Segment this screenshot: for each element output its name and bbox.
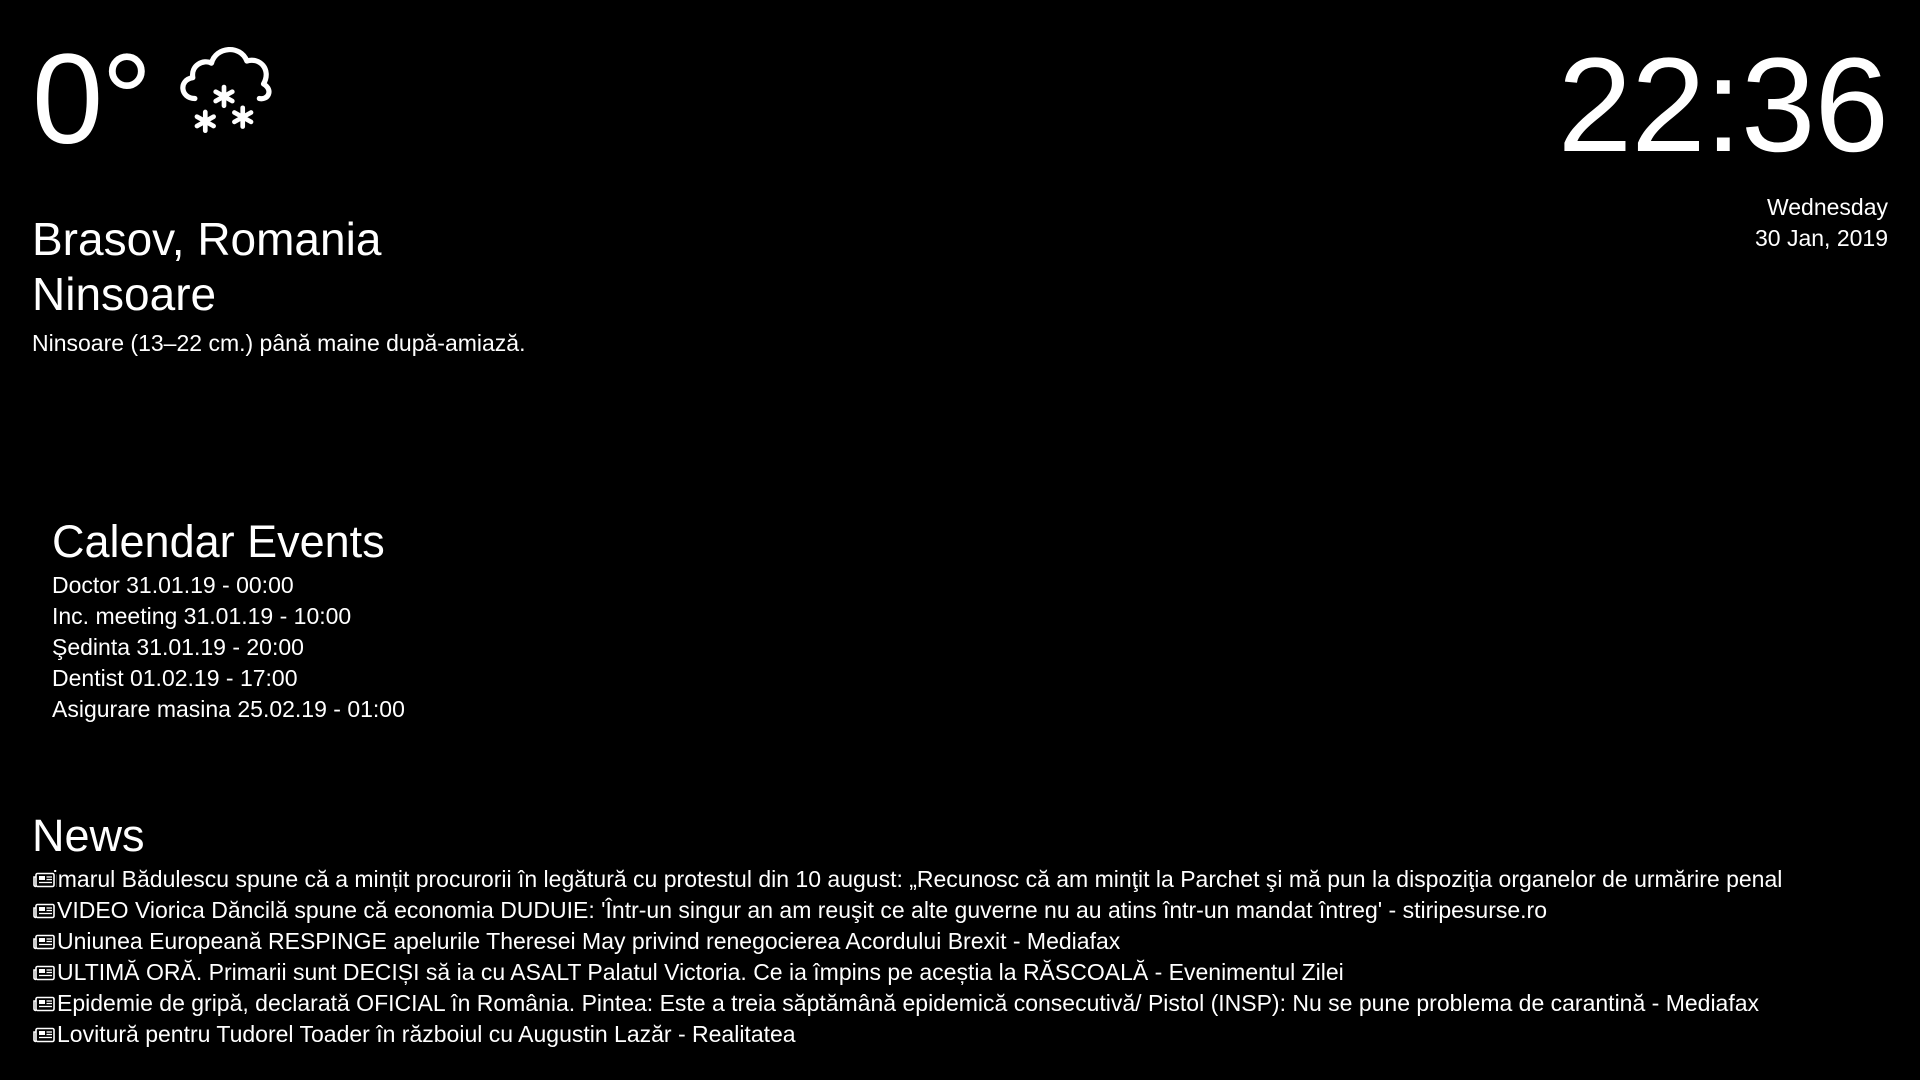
calendar-event: Şedinta 31.01.19 - 20:00 (52, 634, 304, 660)
newspaper-icon (33, 965, 55, 980)
news-headline: ULTIMĂ ORĂ. Primarii sunt DECIȘI să ia c… (57, 959, 1344, 985)
calendar-events: Calendar Events Doctor 31.01.19 - 00:00 … (52, 514, 405, 725)
calendar-title: Calendar Events (52, 516, 385, 567)
news-item: VIDEO Viorica Dăncilă spune că economia … (32, 895, 1920, 926)
calendar-event: Doctor 31.01.19 - 00:00 (52, 572, 294, 598)
weather-location: Brasov, Romania (32, 213, 382, 265)
calendar-event: Asigurare masina 25.02.19 - 01:00 (52, 696, 405, 722)
clock-time: 22:36 (1557, 31, 1889, 180)
news-item: Uniunea Europeană RESPINGE apelurile The… (32, 926, 1920, 957)
news-headline: rimarul Bădulescu spune că a mințit proc… (45, 866, 1783, 892)
news-title: News (32, 810, 145, 861)
newspaper-icon (33, 903, 55, 918)
clock-date: 30 Jan, 2019 (1754, 225, 1888, 251)
newspaper-icon (33, 934, 55, 949)
newspaper-icon (33, 1027, 55, 1042)
current-weather: 0° Brasov, Romania Ninsoare Ninsoare (13… (32, 36, 526, 358)
temperature-row: 0° (32, 36, 526, 164)
weather-condition: Ninsoare (32, 268, 217, 320)
news-item: Lovitură pentru Tudorel Toader în război… (32, 1019, 1920, 1050)
temperature: 0° (32, 28, 152, 171)
news-item: rimarul Bădulescu spune că a mințit proc… (32, 864, 1920, 895)
calendar-event: Dentist 01.02.19 - 17:00 (52, 665, 298, 691)
news-headline: Lovitură pentru Tudorel Toader în război… (57, 1021, 796, 1047)
snow-cloud-icon (180, 47, 272, 134)
newspaper-icon (32, 871, 56, 888)
news-headline: Epidemie de gripă, declarată OFICIAL în … (57, 990, 1760, 1016)
weather-summary: Ninsoare (13–22 cm.) până maine după-ami… (32, 330, 526, 356)
news-item: Epidemie de gripă, declarată OFICIAL în … (32, 988, 1920, 1019)
clock-day: Wednesday (1766, 194, 1888, 220)
news-feed: News rimarul Bădulescu spune că a mințit… (32, 808, 1920, 1050)
calendar-event: Inc. meeting 31.01.19 - 10:00 (52, 603, 352, 629)
clock: 22:36 Wednesday 30 Jan, 2019 (1557, 31, 1889, 254)
news-headline: VIDEO Viorica Dăncilă spune că economia … (57, 897, 1548, 923)
newspaper-icon (33, 996, 55, 1011)
news-item: ULTIMĂ ORĂ. Primarii sunt DECIȘI să ia c… (32, 957, 1920, 988)
news-headline: Uniunea Europeană RESPINGE apelurile The… (57, 928, 1121, 954)
